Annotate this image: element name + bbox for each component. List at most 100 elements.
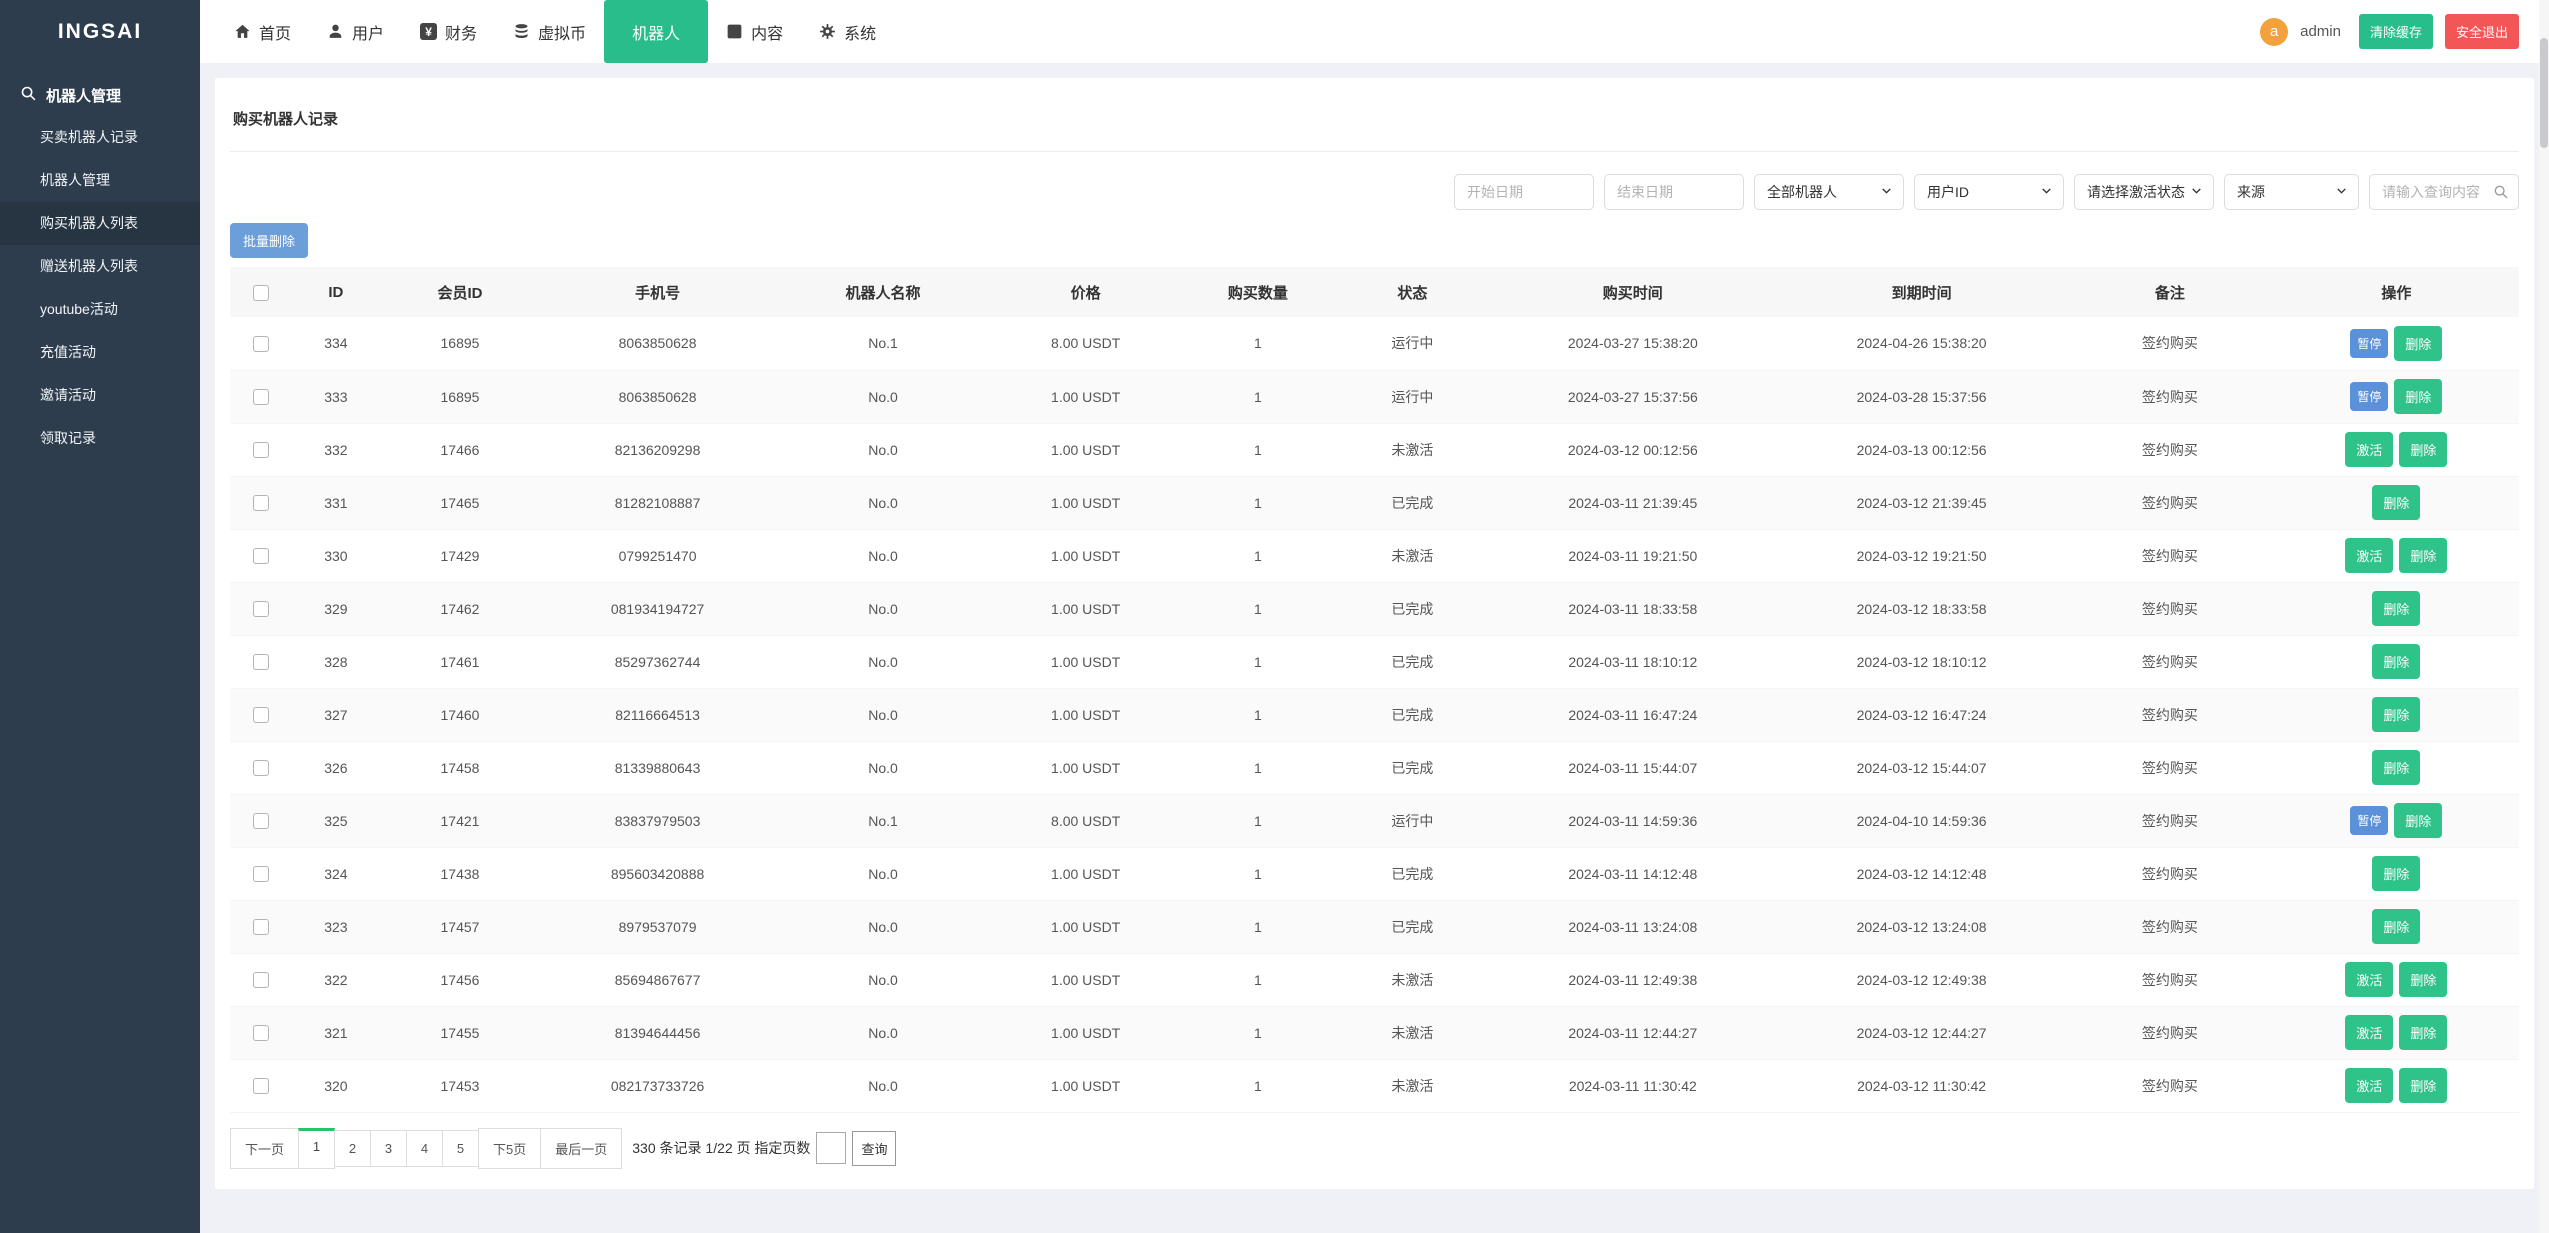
column-header: 价格	[992, 267, 1179, 317]
nav-item-finance[interactable]: ¥财务	[402, 0, 495, 63]
sidebar-item-8[interactable]: 领取记录	[0, 417, 200, 460]
pause-button[interactable]: 暂停	[2350, 382, 2388, 411]
pause-button[interactable]: 暂停	[2350, 806, 2388, 835]
content-icon	[726, 23, 743, 40]
cell-member-id: 17460	[379, 688, 541, 741]
row-checkbox[interactable]	[253, 707, 269, 723]
row-checkbox[interactable]	[253, 654, 269, 670]
pagination-next-button[interactable]: 下一页	[230, 1128, 299, 1169]
delete-button[interactable]: 删除	[2372, 856, 2420, 891]
user-id-filter-select[interactable]: 用户ID	[1914, 174, 2064, 210]
pagination-last-button[interactable]: 最后一页	[540, 1128, 622, 1169]
row-checkbox[interactable]	[253, 1025, 269, 1041]
delete-button[interactable]: 删除	[2372, 591, 2420, 626]
cell-phone: 8979537079	[541, 900, 774, 953]
nav-item-coins[interactable]: 虚拟币	[495, 0, 604, 63]
nav-item-home[interactable]: 首页	[216, 0, 309, 63]
nav-item-content[interactable]: 内容	[708, 0, 801, 63]
nav-item-user[interactable]: 用户	[309, 0, 402, 63]
activate-button[interactable]: 激活	[2345, 538, 2393, 573]
nav-item-robot[interactable]: 机器人	[604, 0, 708, 63]
delete-button[interactable]: 删除	[2372, 697, 2420, 732]
scrollbar-track[interactable]	[2539, 0, 2549, 1233]
sidebar-item-3[interactable]: 购买机器人列表	[0, 202, 200, 245]
cell-price: 1.00 USDT	[992, 582, 1179, 635]
delete-button[interactable]: 删除	[2399, 962, 2447, 997]
logout-button[interactable]: 安全退出	[2445, 14, 2519, 49]
row-checkbox[interactable]	[253, 866, 269, 882]
pagination-page-1[interactable]: 1	[298, 1128, 335, 1169]
end-date-input[interactable]	[1604, 174, 1744, 210]
pagination-page-4[interactable]: 4	[406, 1130, 443, 1167]
avatar[interactable]: a	[2260, 18, 2288, 46]
delete-button[interactable]: 删除	[2399, 538, 2447, 573]
pagination-page-3[interactable]: 3	[370, 1130, 407, 1167]
delete-button[interactable]: 删除	[2372, 644, 2420, 679]
row-actions: 暂停删除	[2275, 803, 2518, 838]
pagination-page-5[interactable]: 5	[442, 1130, 479, 1167]
pagination-page-2[interactable]: 2	[334, 1130, 371, 1167]
row-checkbox[interactable]	[253, 972, 269, 988]
delete-button[interactable]: 删除	[2399, 1068, 2447, 1103]
activate-button[interactable]: 激活	[2345, 1015, 2393, 1050]
cell-quantity: 1	[1179, 688, 1336, 741]
cell-quantity: 1	[1179, 476, 1336, 529]
delete-button[interactable]: 删除	[2394, 379, 2442, 414]
row-checkbox[interactable]	[253, 389, 269, 405]
clear-cache-button[interactable]: 清除缓存	[2359, 14, 2433, 49]
delete-button[interactable]: 删除	[2372, 485, 2420, 520]
row-checkbox[interactable]	[253, 760, 269, 776]
row-actions: 删除	[2275, 591, 2518, 626]
sidebar-item-1[interactable]: 买卖机器人记录	[0, 116, 200, 159]
sidebar-item-2[interactable]: 机器人管理	[0, 159, 200, 202]
cell-price: 1.00 USDT	[992, 741, 1179, 794]
nav-item-gear[interactable]: 系统	[801, 0, 894, 63]
robot-filter-select[interactable]: 全部机器人	[1754, 174, 1904, 210]
go-to-page-button[interactable]: 查询	[852, 1131, 896, 1166]
delete-button[interactable]: 删除	[2394, 326, 2442, 361]
row-checkbox[interactable]	[253, 336, 269, 352]
row-actions: 删除	[2275, 644, 2518, 679]
cell-remark: 签约购买	[2066, 529, 2274, 582]
cell-id: 333	[293, 370, 379, 423]
row-checkbox[interactable]	[253, 548, 269, 564]
sidebar-item-4[interactable]: 赠送机器人列表	[0, 245, 200, 288]
row-checkbox[interactable]	[253, 813, 269, 829]
sidebar-item-5[interactable]: youtube活动	[0, 288, 200, 331]
pause-button[interactable]: 暂停	[2350, 329, 2388, 358]
delete-button[interactable]: 删除	[2394, 803, 2442, 838]
page-number-input[interactable]	[816, 1132, 846, 1164]
activate-button[interactable]: 激活	[2345, 962, 2393, 997]
activate-button[interactable]: 激活	[2345, 1068, 2393, 1103]
row-checkbox[interactable]	[253, 919, 269, 935]
row-checkbox[interactable]	[253, 601, 269, 617]
activate-button[interactable]: 激活	[2345, 432, 2393, 467]
row-checkbox[interactable]	[253, 442, 269, 458]
cell-member-id: 16895	[379, 370, 541, 423]
row-checkbox[interactable]	[253, 495, 269, 511]
sidebar-section-header: 机器人管理	[0, 80, 200, 110]
cell-status: 未激活	[1336, 1006, 1488, 1059]
cell-status: 已完成	[1336, 635, 1488, 688]
cell-buy-time: 2024-03-11 18:33:58	[1488, 582, 1777, 635]
pagination-next5-button[interactable]: 下5页	[478, 1128, 541, 1169]
delete-button[interactable]: 删除	[2372, 750, 2420, 785]
delete-button[interactable]: 删除	[2372, 909, 2420, 944]
select-all-checkbox[interactable]	[253, 285, 269, 301]
sidebar-item-7[interactable]: 邀请活动	[0, 374, 200, 417]
activation-status-select[interactable]: 请选择激活状态	[2074, 174, 2214, 210]
sidebar-item-6[interactable]: 充值活动	[0, 331, 200, 374]
cell-phone: 83837979503	[541, 794, 774, 847]
batch-delete-button[interactable]: 批量删除	[230, 223, 308, 258]
row-checkbox[interactable]	[253, 1078, 269, 1094]
cell-phone: 8063850628	[541, 370, 774, 423]
scrollbar-thumb[interactable]	[2540, 38, 2548, 148]
delete-button[interactable]: 删除	[2399, 432, 2447, 467]
cell-member-id: 17458	[379, 741, 541, 794]
cell-expire-time: 2024-03-13 00:12:56	[1777, 423, 2066, 476]
cell-id: 324	[293, 847, 379, 900]
delete-button[interactable]: 删除	[2399, 1015, 2447, 1050]
source-select[interactable]: 来源	[2224, 174, 2359, 210]
cell-buy-time: 2024-03-11 19:21:50	[1488, 529, 1777, 582]
start-date-input[interactable]	[1454, 174, 1594, 210]
